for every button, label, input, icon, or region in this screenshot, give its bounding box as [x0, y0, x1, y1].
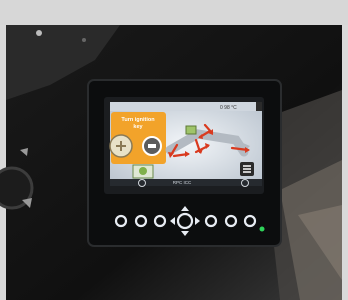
photo-scene: 0 98 °C Turn ignition key RPC ICC [0, 0, 348, 300]
hourglass-icon [256, 102, 262, 111]
bolt [82, 38, 86, 42]
cab-photo: 0 98 °C Turn ignition key RPC ICC [0, 0, 348, 300]
switch-slot [148, 144, 156, 148]
warning-line-2: key [133, 124, 143, 130]
status-bar [110, 102, 262, 111]
status-led [259, 226, 265, 232]
bottom-status-text: RPC ICC [173, 180, 192, 185]
mode-icon [139, 167, 147, 175]
warning-line-1: Turn ignition [121, 117, 155, 123]
status-right-text: 0 98 °C [220, 105, 237, 111]
top-margin [0, 0, 348, 25]
ceiling-light [36, 30, 42, 36]
